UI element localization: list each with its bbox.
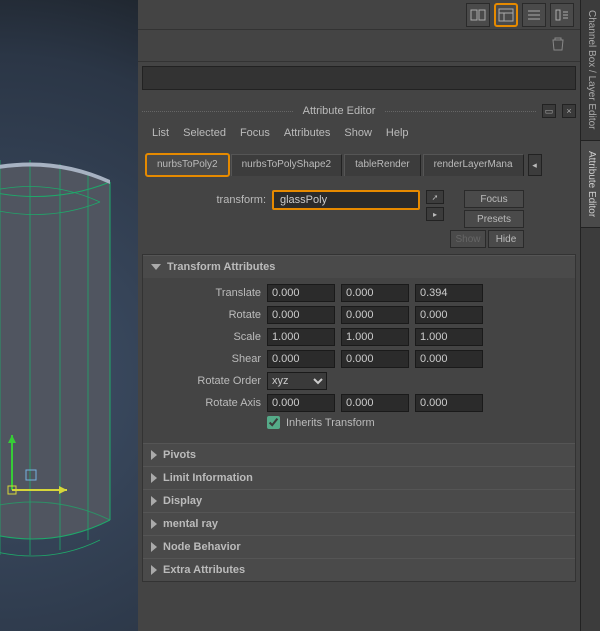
rotate-axis-x-input[interactable] — [267, 394, 335, 412]
section-transform-attributes: Transform Attributes Translate Rotate Sc… — [143, 255, 575, 443]
rotate-axis-z-input[interactable] — [415, 394, 483, 412]
section-pivots[interactable]: Pivots — [143, 444, 575, 466]
menu-list[interactable]: List — [152, 127, 169, 139]
disclosure-right-icon — [151, 542, 157, 552]
menu-attributes[interactable]: Attributes — [284, 127, 330, 139]
transform-label: transform: — [146, 190, 266, 206]
rotate-order-select[interactable]: xyz — [267, 372, 327, 390]
node-name-row: transform: ➚ ▸ Focus Presets Show Hide — [142, 190, 576, 248]
section-title-display: Display — [163, 495, 202, 507]
section-title-pivots: Pivots — [163, 449, 196, 461]
attribute-panel: Attribute Editor ▭ × List Selected Focus… — [138, 0, 580, 631]
menu-focus[interactable]: Focus — [240, 127, 270, 139]
layout-toggle-icon[interactable] — [466, 3, 490, 27]
shelf-strip — [142, 66, 576, 90]
inherits-transform-label: Inherits Transform — [286, 417, 375, 429]
translate-z-input[interactable] — [415, 284, 483, 302]
viewport-3d[interactable] — [0, 0, 138, 631]
rotate-order-label: Rotate Order — [151, 375, 261, 387]
attribute-editor-toggle-icon[interactable] — [494, 3, 518, 27]
trash-icon[interactable] — [550, 36, 570, 56]
rotate-axis-y-input[interactable] — [341, 394, 409, 412]
section-display[interactable]: Display — [143, 490, 575, 512]
menu-show[interactable]: Show — [344, 127, 372, 139]
attribute-editor-menubar: List Selected Focus Attributes Show Help — [142, 122, 576, 144]
focus-button[interactable]: Focus — [464, 190, 524, 208]
rotate-axis-label: Rotate Axis — [151, 397, 261, 409]
undock-icon[interactable]: ▭ — [542, 104, 556, 118]
close-icon[interactable]: × — [562, 104, 576, 118]
section-title-limit: Limit Information — [163, 472, 253, 484]
sidetab-attribute-editor[interactable]: Attribute Editor — [581, 141, 600, 228]
section-mental-ray[interactable]: mental ray — [143, 513, 575, 535]
tab-tablerender[interactable]: tableRender — [344, 154, 420, 176]
translate-label: Translate — [151, 287, 261, 299]
section-title-transform: Transform Attributes — [167, 261, 275, 273]
channel-box-toggle-icon[interactable] — [522, 3, 546, 27]
section-title-mentalray: mental ray — [163, 518, 218, 530]
attribute-editor-title: Attribute Editor — [299, 105, 380, 117]
rotate-z-input[interactable] — [415, 306, 483, 324]
translate-y-input[interactable] — [341, 284, 409, 302]
section-title-extra: Extra Attributes — [163, 564, 245, 576]
disclosure-right-icon — [151, 473, 157, 483]
scale-label: Scale — [151, 331, 261, 343]
trash-row — [138, 30, 580, 62]
rotate-label: Rotate — [151, 309, 261, 321]
node-name-input[interactable] — [272, 190, 420, 210]
scale-y-input[interactable] — [341, 328, 409, 346]
section-header-transform[interactable]: Transform Attributes — [143, 256, 575, 278]
tab-nurbstopolyshape2[interactable]: nurbsToPolyShape2 — [231, 154, 343, 176]
downstream-nav-icon[interactable]: ▸ — [426, 207, 444, 221]
section-extra-attributes[interactable]: Extra Attributes — [143, 559, 575, 581]
tab-nurbstopoly2[interactable]: nurbsToPoly2 — [146, 154, 229, 176]
shear-z-input[interactable] — [415, 350, 483, 368]
disclosure-down-icon — [151, 264, 161, 270]
top-toolbar — [138, 0, 580, 30]
menu-help[interactable]: Help — [386, 127, 409, 139]
menu-selected[interactable]: Selected — [183, 127, 226, 139]
translate-x-input[interactable] — [267, 284, 335, 302]
disclosure-right-icon — [151, 496, 157, 506]
rotate-y-input[interactable] — [341, 306, 409, 324]
disclosure-right-icon — [151, 450, 157, 460]
disclosure-right-icon — [151, 565, 157, 575]
side-tabs: Channel Box / Layer Editor Attribute Edi… — [580, 0, 600, 631]
presets-button[interactable]: Presets — [464, 210, 524, 228]
show-button[interactable]: Show — [450, 230, 486, 248]
attribute-editor-header: Attribute Editor ▭ × — [142, 104, 576, 118]
tool-settings-toggle-icon[interactable] — [550, 3, 574, 27]
node-tabs: nurbsToPoly2 nurbsToPolyShape2 tableRend… — [142, 150, 576, 176]
scale-z-input[interactable] — [415, 328, 483, 346]
upstream-nav-icon[interactable]: ➚ — [426, 190, 444, 204]
shear-y-input[interactable] — [341, 350, 409, 368]
inherits-transform-checkbox[interactable] — [267, 416, 280, 429]
sidetab-channel-box[interactable]: Channel Box / Layer Editor — [581, 0, 600, 141]
section-node-behavior[interactable]: Node Behavior — [143, 536, 575, 558]
hide-button[interactable]: Hide — [488, 230, 524, 248]
section-title-nodebehavior: Node Behavior — [163, 541, 241, 553]
rotate-x-input[interactable] — [267, 306, 335, 324]
shear-x-input[interactable] — [267, 350, 335, 368]
section-limit-information[interactable]: Limit Information — [143, 467, 575, 489]
tab-renderlayermanager[interactable]: renderLayerMana — [423, 154, 524, 176]
disclosure-right-icon — [151, 519, 157, 529]
scale-x-input[interactable] — [267, 328, 335, 346]
tabs-scroll-left-icon[interactable]: ◂ — [528, 154, 542, 176]
shear-label: Shear — [151, 353, 261, 365]
attribute-body: Transform Attributes Translate Rotate Sc… — [142, 254, 576, 582]
